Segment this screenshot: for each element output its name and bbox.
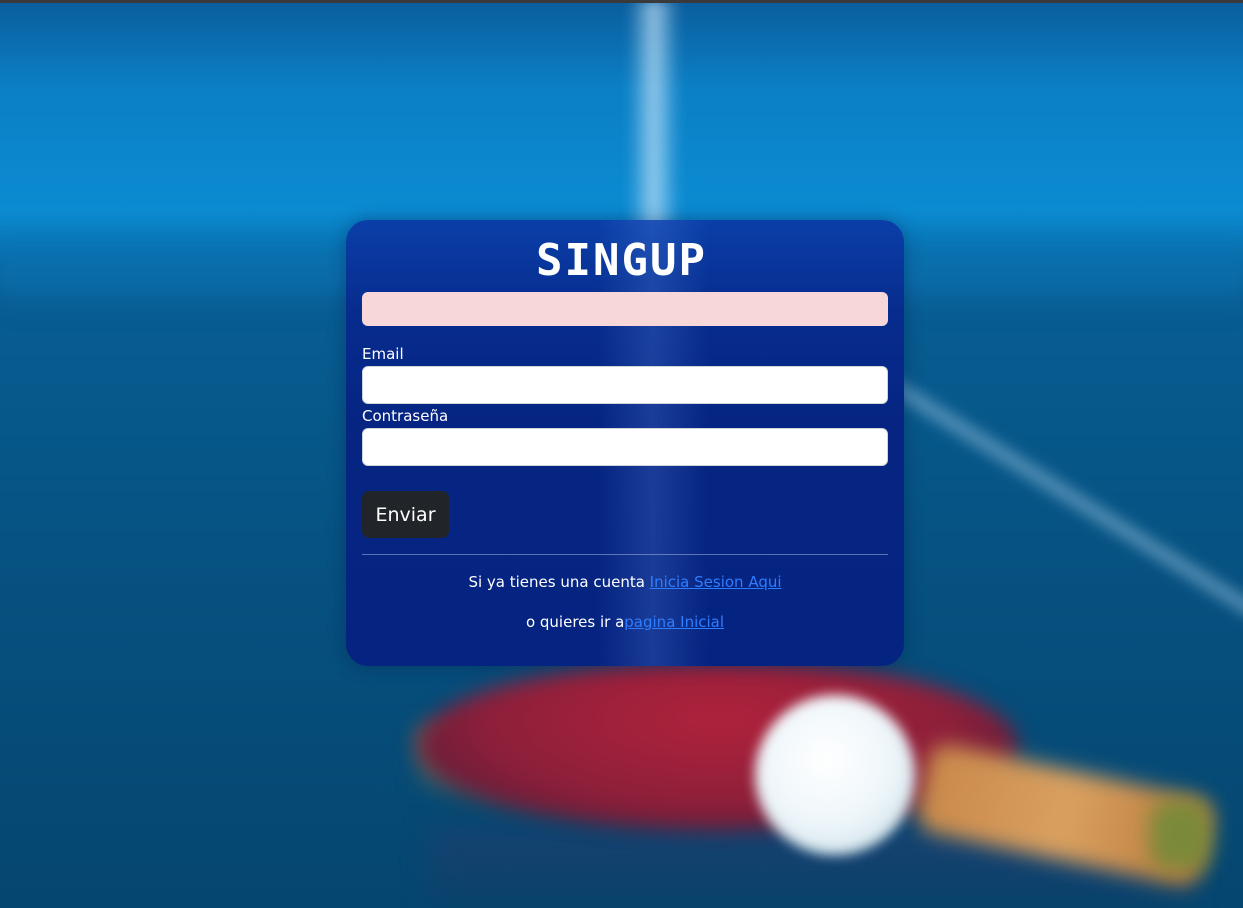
password-field[interactable] [362, 428, 888, 466]
window-top-bar [0, 0, 1243, 3]
ping-pong-ball [755, 695, 915, 855]
home-prompt-text: o quieres ir a [525, 613, 625, 631]
email-field[interactable] [362, 366, 888, 404]
login-link[interactable]: Inicia Sesion Aqui [650, 573, 782, 591]
alert-box [362, 292, 888, 326]
email-label: Email [362, 345, 404, 363]
page-title: SINGUP [536, 235, 707, 286]
home-prompt: o quieres ir apagina Inicial [346, 613, 904, 631]
home-link[interactable]: pagina Inicial [624, 613, 724, 631]
paddle-handle-tip [1150, 800, 1210, 870]
divider [362, 554, 888, 555]
submit-button[interactable]: Enviar [362, 491, 449, 538]
login-prompt-text: Si ya tienes una cuenta [468, 573, 650, 591]
password-label: Contraseña [362, 407, 449, 425]
login-prompt: Si ya tienes una cuenta Inicia Sesion Aq… [346, 573, 904, 591]
